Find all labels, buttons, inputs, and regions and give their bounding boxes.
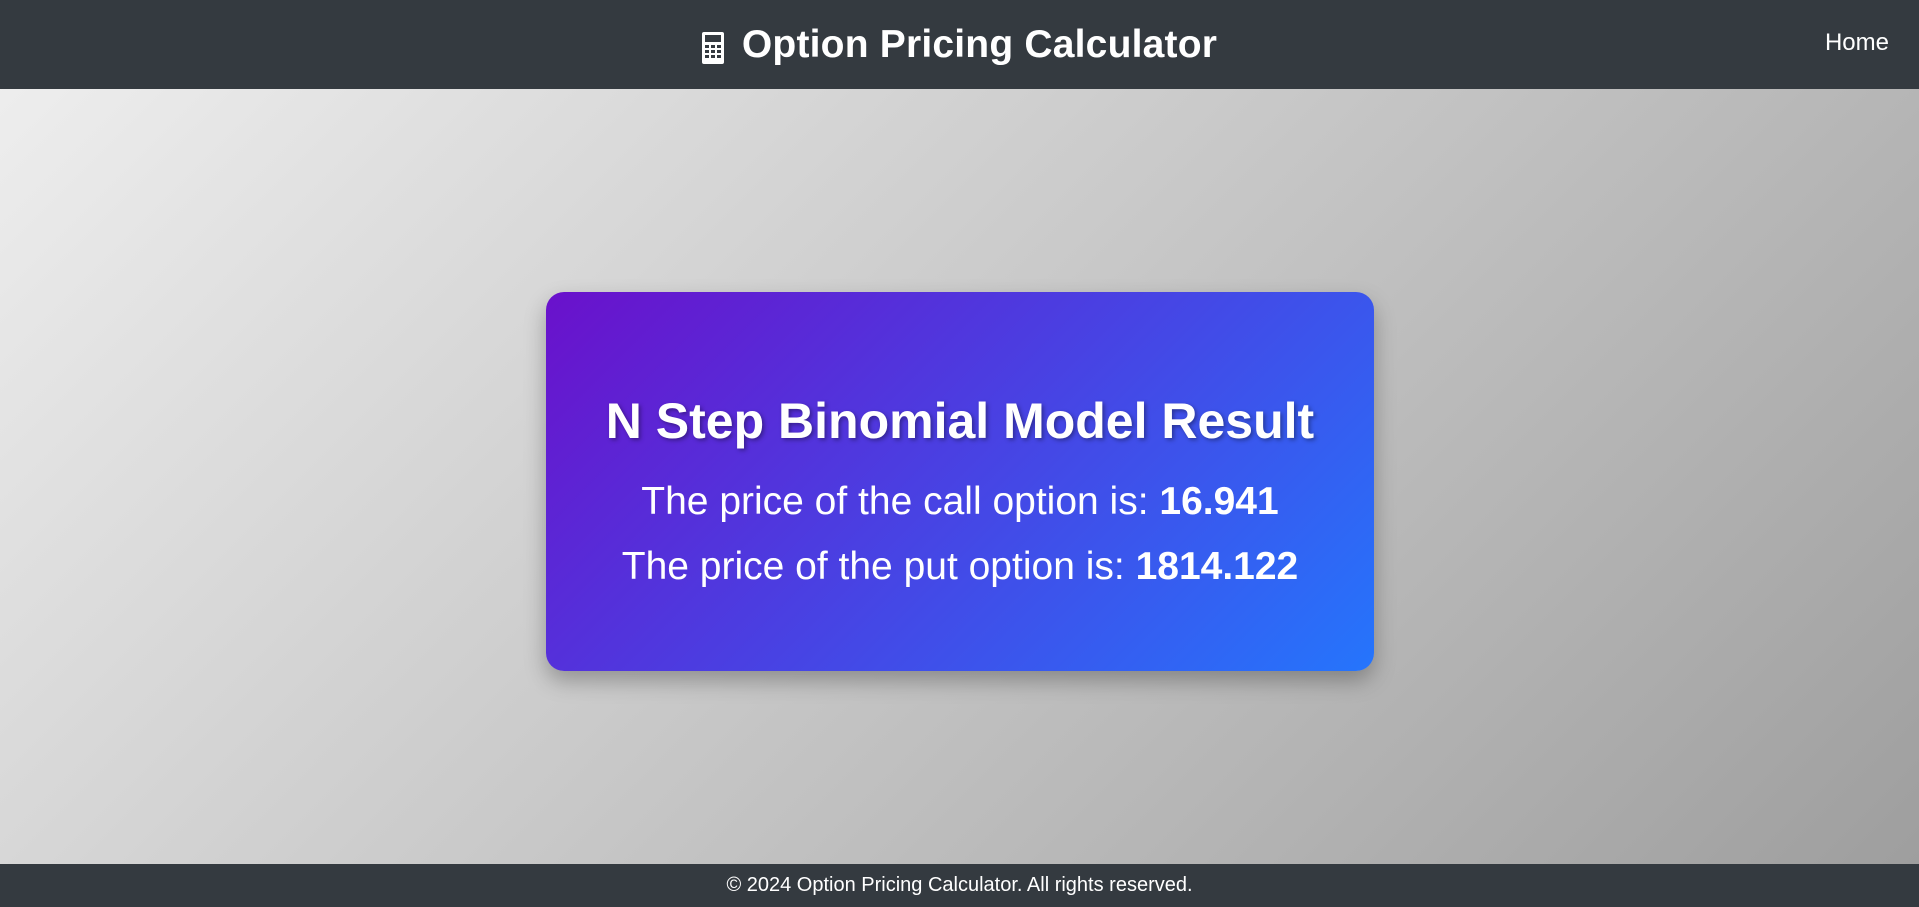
- put-option-label: The price of the put option is:: [621, 545, 1125, 588]
- footer: © 2024 Option Pricing Calculator. All ri…: [0, 864, 1919, 907]
- app-title: Option Pricing Calculator: [741, 22, 1218, 66]
- call-option-result: The price of the call option is: 16.941: [546, 480, 1374, 524]
- footer-copyright: © 2024 Option Pricing Calculator. All ri…: [726, 874, 1193, 896]
- nav-home-link[interactable]: Home: [1825, 29, 1889, 57]
- result-title: N Step Binomial Model Result: [605, 393, 1315, 449]
- brand: Option Pricing Calculator: [0, 0, 1919, 89]
- top-navbar: Option Pricing Calculator Home: [0, 0, 1919, 89]
- call-option-label: The price of the call option is:: [641, 480, 1149, 523]
- put-option-result: The price of the put option is: 1814.122: [546, 545, 1374, 589]
- calculator-icon: [701, 31, 724, 64]
- put-option-value: 1814.122: [1135, 545, 1299, 588]
- call-option-value: 16.941: [1159, 480, 1279, 523]
- result-card: N Step Binomial Model Result The price o…: [546, 292, 1374, 671]
